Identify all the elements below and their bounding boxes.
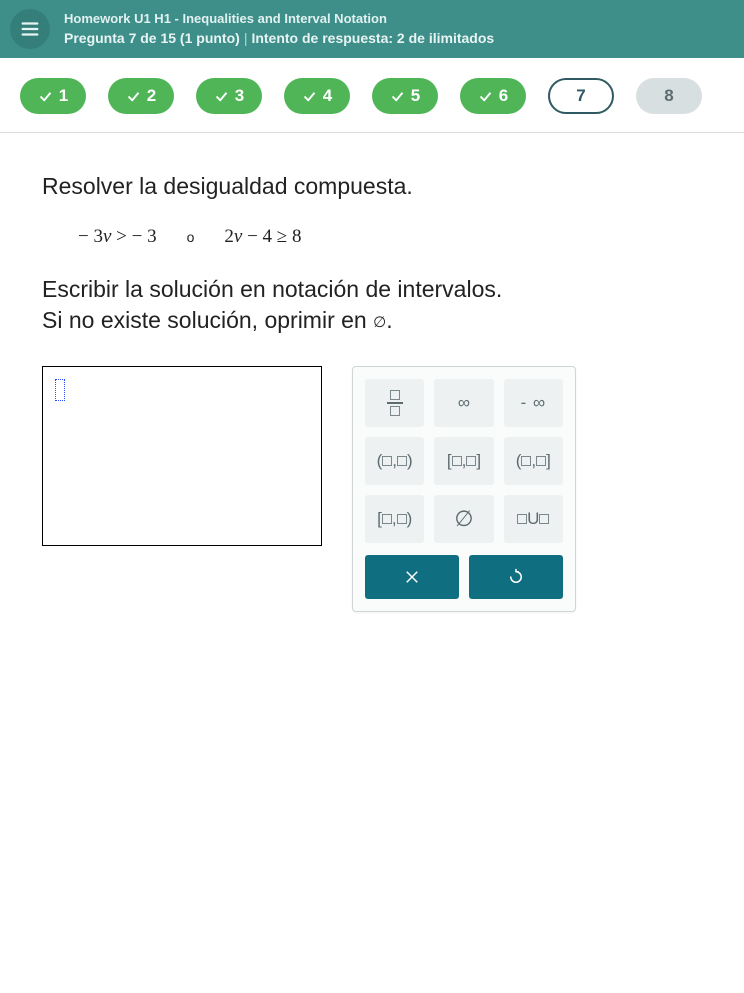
clear-button[interactable]	[365, 555, 459, 599]
check-icon	[390, 89, 405, 104]
key-interval-closed-open[interactable]: [,)	[365, 495, 424, 543]
check-icon	[126, 89, 141, 104]
check-icon	[302, 89, 317, 104]
key-interval-closed-closed[interactable]: [,]	[434, 437, 493, 485]
question-pill-6[interactable]: 6	[460, 78, 526, 114]
empty-set-icon: ∅	[373, 314, 386, 331]
input-cursor-placeholder	[55, 379, 65, 401]
check-icon	[38, 89, 53, 104]
question-pill-2[interactable]: 2	[108, 78, 174, 114]
attempt-count: Intento de respuesta: 2 de ilimitados	[251, 30, 494, 46]
key-neg-infinity[interactable]: - ∞	[504, 379, 563, 427]
key-union[interactable]: U	[504, 495, 563, 543]
answer-input[interactable]	[42, 366, 322, 546]
open-closed-icon: (,]	[516, 451, 551, 471]
inequality-2: 2v − 4 ≥ 8	[224, 226, 301, 248]
undo-button[interactable]	[469, 555, 563, 599]
pill-number: 5	[411, 86, 420, 106]
pill-number: 3	[235, 86, 244, 106]
empty-set-key-icon: ∅	[454, 506, 473, 532]
closed-closed-icon: [,]	[447, 451, 481, 471]
close-icon	[403, 568, 421, 586]
inequality-row: − 3v > − 3 o 2v − 4 ≥ 8	[78, 226, 702, 248]
or-connector: o	[187, 229, 195, 245]
closed-open-icon: [,)	[377, 509, 412, 529]
prompt-line-1: Resolver la desigualdad compuesta.	[42, 173, 702, 200]
question-pill-8[interactable]: 8	[636, 78, 702, 114]
hamburger-icon	[19, 18, 41, 40]
question-pill-4[interactable]: 4	[284, 78, 350, 114]
pill-number: 1	[59, 86, 68, 106]
neg-infinity-icon: - ∞	[521, 393, 547, 413]
undo-icon	[507, 568, 525, 586]
key-interval-open-closed[interactable]: (,]	[504, 437, 563, 485]
header-text: Homework U1 H1 - Inequalities and Interv…	[64, 10, 494, 47]
assignment-title: Homework U1 H1 - Inequalities and Interv…	[64, 10, 494, 28]
question-content: Resolver la desigualdad compuesta. − 3v …	[0, 133, 744, 612]
key-empty-set[interactable]: ∅	[434, 495, 493, 543]
pill-number: 4	[323, 86, 332, 106]
question-pill-3[interactable]: 3	[196, 78, 262, 114]
pill-number: 6	[499, 86, 508, 106]
question-count: Pregunta 7 de 15 (1 punto)	[64, 30, 240, 46]
infinity-icon: ∞	[458, 393, 470, 413]
check-icon	[214, 89, 229, 104]
question-pill-1[interactable]: 1	[20, 78, 86, 114]
menu-button[interactable]	[10, 9, 50, 49]
question-subtitle: Pregunta 7 de 15 (1 punto)|Intento de re…	[64, 29, 494, 48]
question-nav: 1 2 3 4 5 6 7 8	[0, 58, 744, 133]
key-interval-open-open[interactable]: (,)	[365, 437, 424, 485]
key-fraction[interactable]	[365, 379, 424, 427]
question-pill-7[interactable]: 7	[548, 78, 614, 114]
question-pill-5[interactable]: 5	[372, 78, 438, 114]
pill-number: 7	[576, 86, 585, 106]
pill-number: 8	[664, 86, 673, 106]
check-icon	[478, 89, 493, 104]
open-open-icon: (,)	[377, 451, 413, 471]
union-icon: U	[517, 509, 549, 529]
symbol-palette: ∞ - ∞ (,) [,] (,] [,) ∅	[352, 366, 576, 612]
work-area: ∞ - ∞ (,) [,] (,] [,) ∅	[42, 366, 702, 612]
inequality-1: − 3v > − 3	[78, 226, 157, 248]
prompt-line-2: Escribir la solución en notación de inte…	[42, 274, 702, 336]
pill-number: 2	[147, 86, 156, 106]
app-header: Homework U1 H1 - Inequalities and Interv…	[0, 0, 744, 58]
key-infinity[interactable]: ∞	[434, 379, 493, 427]
question-nav-row: 1 2 3 4 5 6 7 8	[0, 78, 744, 114]
